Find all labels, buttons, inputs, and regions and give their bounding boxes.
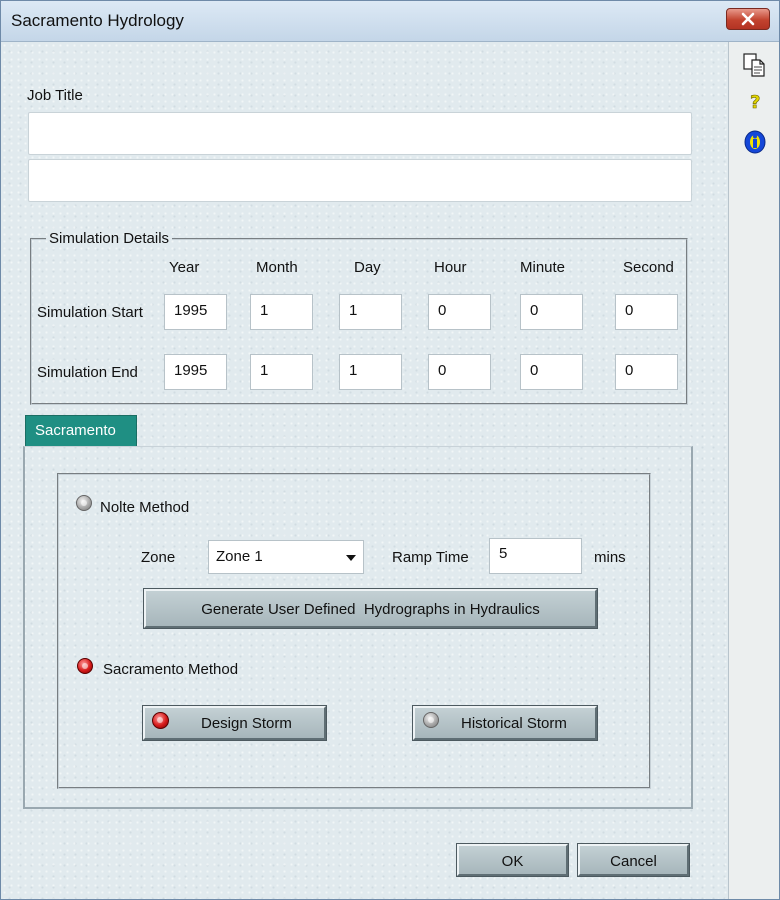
title-bar[interactable]: Sacramento Hydrology [1,1,779,42]
end-hour-input[interactable]: 0 [428,354,491,390]
historical-storm-button[interactable]: Historical Storm [413,706,597,740]
copy-button[interactable] [729,50,779,80]
ramp-time-unit: mins [594,549,626,566]
start-day-input[interactable]: 1 [339,294,402,330]
generate-hydrographs-label: Generate User Defined Hydrographs in Hyd… [201,601,540,618]
start-hour-input[interactable]: 0 [428,294,491,330]
column-day: Day [354,259,381,276]
job-title-line2-input[interactable] [28,159,692,202]
nolte-method-label: Nolte Method [100,499,190,516]
side-toolbar: ? [728,42,779,899]
zone-select-value: Zone 1 [216,548,263,565]
nolte-method-radio[interactable] [76,495,92,511]
end-day-input[interactable]: 1 [339,354,402,390]
help-icon: ? [749,92,760,113]
simulation-details-legend: Simulation Details [49,230,170,247]
sacramento-method-label: Sacramento Method [103,661,239,678]
sacramento-options-group [57,473,651,789]
tab-sacramento[interactable]: Sacramento [25,415,137,447]
help-button[interactable]: ? [729,86,779,116]
start-second-input[interactable]: 0 [615,294,678,330]
ramp-time-label: Ramp Time [392,549,469,566]
end-second-input[interactable]: 0 [615,354,678,390]
start-minute-input[interactable]: 0 [520,294,583,330]
info-button[interactable] [729,127,779,157]
cancel-button[interactable]: Cancel [578,844,689,876]
start-month-input[interactable]: 1 [250,294,313,330]
historical-storm-radio-icon [423,712,439,728]
historical-storm-label: Historical Storm [461,715,567,732]
generate-hydrographs-button[interactable]: Generate User Defined Hydrographs in Hyd… [144,589,597,628]
job-title-label: Job Title [27,87,83,104]
dialog-window: Sacramento Hydrology ? Job Title Simulat… [0,0,780,900]
job-title-line1-input[interactable] [28,112,692,155]
chevron-down-icon [346,555,356,561]
simulation-end-label: Simulation End [37,364,138,381]
ok-button[interactable]: OK [457,844,568,876]
design-storm-label: Design Storm [201,715,292,732]
design-storm-radio-icon [152,712,169,729]
simulation-start-label: Simulation Start [37,304,143,321]
info-icon [744,130,765,154]
close-icon [741,12,755,26]
window-title: Sacramento Hydrology [11,11,184,30]
column-year: Year [169,259,200,276]
column-minute: Minute [520,259,566,276]
column-hour: Hour [434,259,467,276]
column-month: Month [256,259,298,276]
start-year-input[interactable]: 1995 [164,294,227,330]
copy-icon [742,53,765,77]
zone-label: Zone [141,549,176,566]
close-button[interactable] [726,8,770,30]
end-month-input[interactable]: 1 [250,354,313,390]
design-storm-button[interactable]: Design Storm [143,706,326,740]
end-minute-input[interactable]: 0 [520,354,583,390]
svg-text:?: ? [750,92,760,113]
sacramento-method-radio[interactable] [77,658,93,674]
zone-select[interactable]: Zone 1 [208,540,364,574]
end-year-input[interactable]: 1995 [164,354,227,390]
column-second: Second [623,259,674,276]
ramp-time-input[interactable]: 5 [489,538,582,574]
